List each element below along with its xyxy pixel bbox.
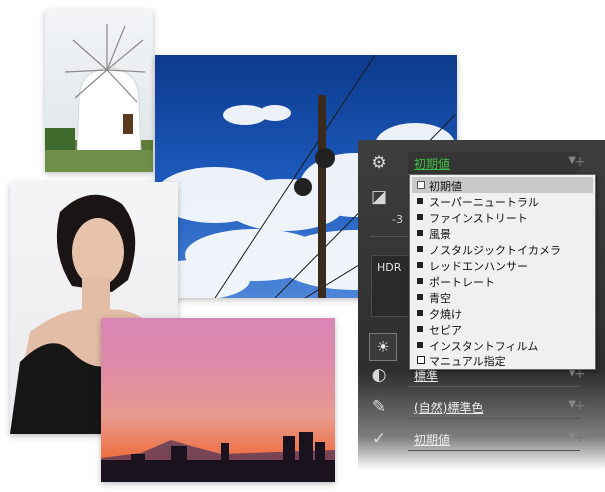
exposure-value: -3 xyxy=(392,213,403,226)
hdr-label: HDR xyxy=(377,261,402,274)
option-label: セピア xyxy=(429,324,462,337)
option-label: ポートレート xyxy=(429,276,495,289)
dropdown-option[interactable]: レッドエンハンサー xyxy=(412,257,593,273)
option-bullet xyxy=(417,198,423,204)
dropdown-option[interactable]: 青空 xyxy=(412,289,593,305)
option-bullet xyxy=(417,246,423,252)
filter-icon[interactable]: ✓ xyxy=(368,428,390,450)
option-bullet xyxy=(417,326,423,332)
option-label: 夕焼け xyxy=(429,308,462,321)
option-label: スーパーニュートラル xyxy=(429,196,539,209)
dropdown-option[interactable]: ノスタルジックトイカメラ xyxy=(412,241,593,257)
picture-control-dropdown: 初期値 スーパーニュートラル ファインストリート 風景 ノスタルジックトイカメラ… xyxy=(409,174,596,370)
exposure-icon[interactable]: ◪ xyxy=(368,186,390,208)
add-icon[interactable]: + xyxy=(574,430,586,446)
dropdown-option[interactable]: 夕焼け xyxy=(412,305,593,321)
option-label: 青空 xyxy=(429,292,451,305)
color-value: (自然)標準色 xyxy=(414,401,484,415)
option-bullet xyxy=(417,214,423,220)
option-label: 初期値 xyxy=(429,180,462,193)
option-bullet xyxy=(417,294,423,300)
contrast-icon[interactable]: ◐ xyxy=(368,364,390,386)
option-label: ノスタルジックトイカメラ xyxy=(429,244,561,257)
add-icon[interactable]: + xyxy=(574,154,586,170)
option-bullet xyxy=(417,356,425,364)
windmill-image xyxy=(45,24,153,172)
gear-icon[interactable]: ⚙ xyxy=(368,152,390,174)
add-icon[interactable]: + xyxy=(574,398,586,414)
option-bullet xyxy=(417,310,423,316)
filter-select[interactable]: 初期値 ▼ xyxy=(408,428,580,451)
picture-control-value: 初期値 xyxy=(414,157,451,171)
sunset-city-photo xyxy=(101,318,335,482)
option-bullet xyxy=(417,230,423,236)
dropdown-option[interactable]: ファインストリート xyxy=(412,209,593,225)
sun-icon[interactable]: ☀ xyxy=(369,333,397,361)
filter-row: ✓ 初期値 ▼ + xyxy=(358,428,605,456)
option-label: ファインストリート xyxy=(429,212,528,225)
filter-value: 初期値 xyxy=(414,433,451,447)
option-bullet xyxy=(417,181,425,189)
eyedropper-icon[interactable]: ✎ xyxy=(368,396,390,418)
dropdown-option[interactable]: セピア xyxy=(412,321,593,337)
divider xyxy=(370,236,408,237)
dropdown-option[interactable]: インスタントフィルム xyxy=(412,337,593,353)
sunset-image xyxy=(101,432,335,482)
color-select[interactable]: (自然)標準色 ▼ xyxy=(408,396,580,419)
dropdown-option[interactable]: マニュアル指定 xyxy=(412,352,593,368)
hdr-box[interactable]: HDR xyxy=(371,255,413,317)
option-label: 風景 xyxy=(429,228,451,241)
dropdown-option[interactable]: ポートレート xyxy=(412,273,593,289)
option-bullet xyxy=(417,342,423,348)
option-label: レッドエンハンサー xyxy=(429,260,528,273)
color-row: ✎ (自然)標準色 ▼ + xyxy=(358,396,605,424)
option-bullet xyxy=(417,278,423,284)
picture-control-select[interactable]: 初期値 ▼ xyxy=(408,152,580,175)
dropdown-option[interactable]: 初期値 xyxy=(412,177,593,193)
dropdown-option[interactable]: 風景 xyxy=(412,225,593,241)
dropdown-option[interactable]: スーパーニュートラル xyxy=(412,193,593,209)
option-label: マニュアル指定 xyxy=(429,355,506,368)
windmill-photo xyxy=(45,10,153,172)
option-bullet xyxy=(417,262,423,268)
